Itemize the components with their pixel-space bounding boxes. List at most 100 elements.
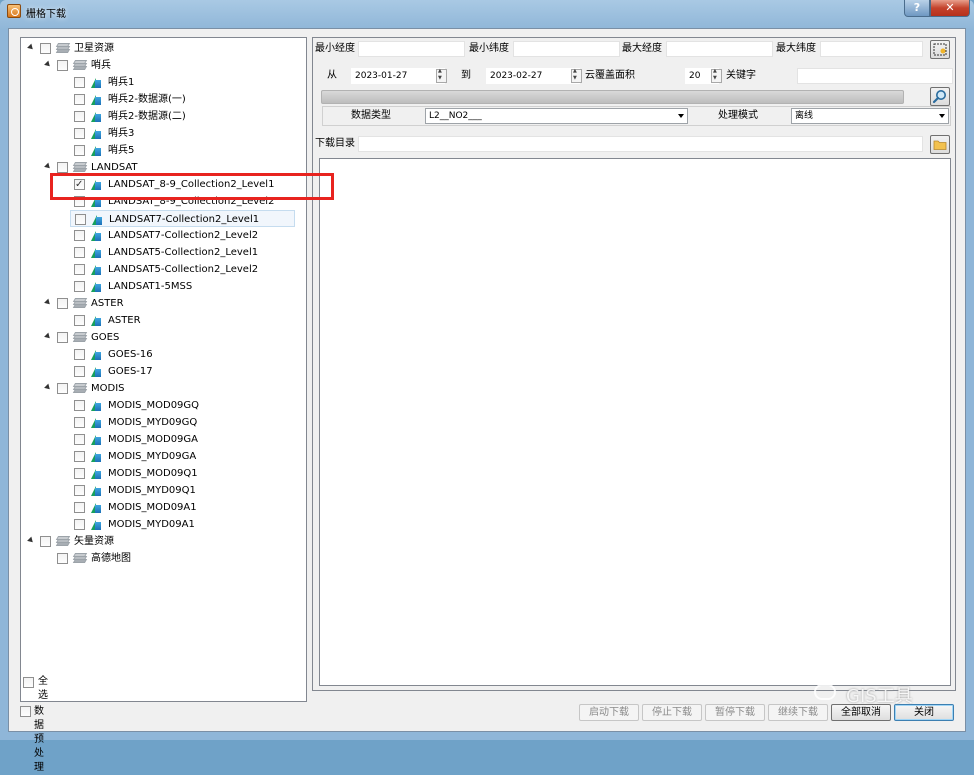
tree-item[interactable]: MODIS (21, 380, 306, 397)
preprocess-checkbox[interactable] (20, 706, 31, 717)
max-lat-input[interactable] (820, 41, 923, 57)
keyword-input[interactable] (797, 68, 953, 84)
to-date-spinner[interactable] (571, 68, 582, 83)
resume-download-button[interactable]: 继续下载 (768, 704, 828, 721)
tree-item-checkbox[interactable] (74, 128, 85, 139)
tree-item[interactable]: GOES-16 (21, 346, 306, 363)
tree-item[interactable]: ASTER (21, 312, 306, 329)
min-lat-input[interactable] (513, 41, 620, 57)
tree-item[interactable]: 高德地图 (21, 550, 306, 567)
draw-extent-button[interactable] (930, 40, 950, 59)
cloud-cover-spinner[interactable] (711, 68, 722, 83)
tree-item[interactable]: ASTER (21, 295, 306, 312)
tree-item[interactable]: MODIS_MOD09A1 (21, 499, 306, 516)
tree-item-checkbox[interactable] (57, 383, 68, 394)
expand-arrow-icon[interactable] (44, 60, 52, 69)
tree-item-checkbox[interactable] (57, 60, 68, 71)
wechat-icon (814, 684, 836, 700)
tree-item[interactable]: LANDSAT5-Collection2_Level2 (21, 261, 306, 278)
tree-item-checkbox[interactable] (74, 230, 85, 241)
tree-item[interactable]: 哨兵5 (21, 142, 306, 159)
tree-item-label: MODIS_MOD09Q1 (108, 468, 198, 479)
chevron-down-icon (939, 114, 945, 118)
tree-item-checkbox[interactable] (74, 417, 85, 428)
tree-item[interactable]: LANDSAT7-Collection2_Level1 (70, 210, 295, 227)
tree-item[interactable]: MODIS_MYD09GQ (21, 414, 306, 431)
tree-item[interactable]: MODIS_MOD09GQ (21, 397, 306, 414)
tree-item-checkbox[interactable] (74, 315, 85, 326)
tree-item[interactable]: 哨兵 (21, 57, 306, 74)
tree-item[interactable]: MODIS_MOD09Q1 (21, 465, 306, 482)
stop-download-button[interactable]: 停止下载 (642, 704, 702, 721)
search-button[interactable] (930, 87, 950, 106)
tree-item-checkbox[interactable] (74, 434, 85, 445)
tree-item[interactable]: 哨兵2-数据源(一) (21, 91, 306, 108)
start-download-button[interactable]: 启动下载 (579, 704, 639, 721)
tree-item-checkbox[interactable] (74, 502, 85, 513)
close-window-button[interactable]: ✕ (930, 0, 970, 17)
tree-item[interactable]: MODIS_MYD09A1 (21, 516, 306, 533)
tree-item-checkbox[interactable] (74, 145, 85, 156)
tree-item-checkbox[interactable] (74, 400, 85, 411)
tree-item[interactable]: MODIS_MYD09GA (21, 448, 306, 465)
browse-folder-button[interactable] (930, 135, 950, 154)
tree-item-checkbox[interactable] (57, 553, 68, 564)
tree-item-checkbox[interactable] (74, 94, 85, 105)
tree-item[interactable]: 哨兵2-数据源(二) (21, 108, 306, 125)
processing-mode-select[interactable]: 离线 (791, 108, 949, 124)
tree-item-checkbox[interactable] (74, 281, 85, 292)
tree-item-label: MODIS_MYD09GQ (108, 417, 198, 428)
tree-item-checkbox[interactable] (57, 162, 68, 173)
tree-item-checkbox[interactable] (57, 332, 68, 343)
tree-item-checkbox[interactable] (75, 214, 86, 225)
tree-item[interactable]: MODIS_MOD09GA (21, 431, 306, 448)
tree-item-label: MODIS_MOD09GA (108, 434, 199, 445)
expand-arrow-icon[interactable] (44, 298, 52, 307)
tree-item-checkbox[interactable] (74, 77, 85, 88)
expand-arrow-icon[interactable] (44, 162, 52, 171)
help-button[interactable]: ? (904, 0, 930, 17)
tree-item[interactable]: 哨兵3 (21, 125, 306, 142)
tree-item-checkbox[interactable] (74, 468, 85, 479)
pause-download-button[interactable]: 暂停下载 (705, 704, 765, 721)
download-task-list[interactable] (319, 158, 951, 686)
tree-item-checkbox[interactable] (74, 264, 85, 275)
tree-item[interactable]: LANDSAT1-5MSS (21, 278, 306, 295)
tree-item-checkbox[interactable] (74, 366, 85, 377)
tree-item[interactable]: GOES (21, 329, 306, 346)
expand-arrow-icon[interactable] (44, 383, 52, 392)
tree-item[interactable]: MODIS_MYD09Q1 (21, 482, 306, 499)
data-type-select[interactable]: L2__NO2___ (425, 108, 688, 124)
tree-item-label: 卫星资源 (74, 43, 114, 54)
tree-item-checkbox[interactable] (40, 43, 51, 54)
tree-item-checkbox[interactable] (74, 451, 85, 462)
tree-item-checkbox[interactable] (74, 247, 85, 258)
processing-mode-value: 离线 (795, 111, 814, 121)
tree-item[interactable]: 卫星资源 (21, 40, 306, 57)
tree-item[interactable]: LANDSAT7-Collection2_Level2 (21, 227, 306, 244)
from-date-spinner[interactable] (436, 68, 447, 83)
expand-arrow-icon[interactable] (27, 536, 35, 545)
expand-arrow-icon[interactable] (27, 43, 35, 52)
select-all-checkbox[interactable] (23, 677, 34, 688)
tree-item-checkbox[interactable] (40, 536, 51, 547)
tree-item[interactable]: LANDSAT5-Collection2_Level1 (21, 244, 306, 261)
expand-arrow-icon[interactable] (44, 332, 52, 341)
tree-item[interactable]: GOES-17 (21, 363, 306, 380)
tree-item-checkbox[interactable] (74, 519, 85, 530)
tree-item-checkbox[interactable] (57, 298, 68, 309)
select-all-label: 全选 (38, 676, 48, 701)
tree-item-checkbox[interactable] (74, 111, 85, 122)
raster-layer-icon (91, 146, 101, 156)
to-date-input[interactable]: 2023-02-27 (486, 68, 580, 84)
min-lon-label: 最小经度 (315, 43, 355, 54)
tree-item[interactable]: 哨兵1 (21, 74, 306, 91)
title-bar[interactable]: 栅格下载 ? ✕ (0, 0, 974, 22)
tree-item-checkbox[interactable] (74, 485, 85, 496)
tree-item[interactable]: 矢量资源 (21, 533, 306, 550)
max-lon-input[interactable] (666, 41, 773, 57)
min-lon-input[interactable] (358, 41, 465, 57)
from-date-input[interactable]: 2023-01-27 (351, 68, 445, 84)
download-dir-input[interactable] (358, 136, 923, 152)
tree-item-checkbox[interactable] (74, 349, 85, 360)
